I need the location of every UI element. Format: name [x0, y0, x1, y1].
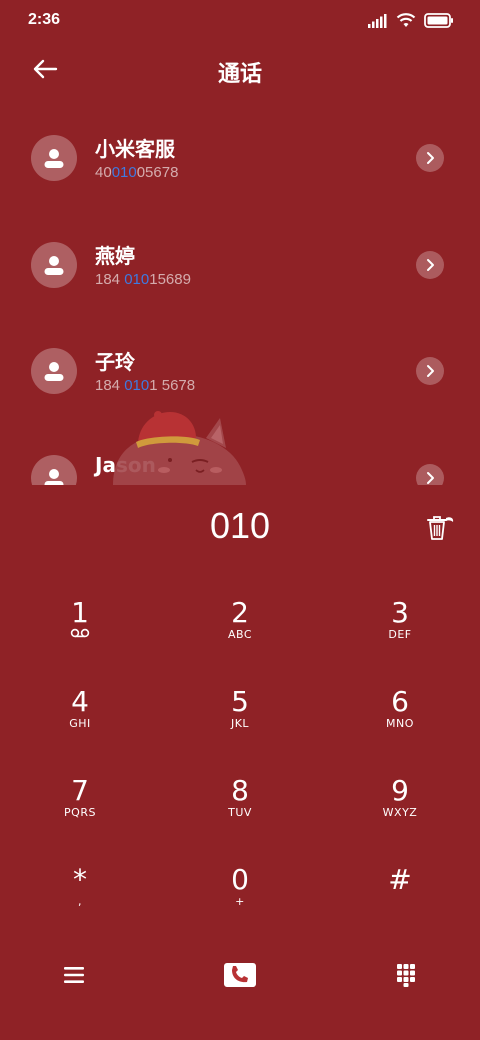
- avatar: [31, 242, 77, 288]
- call-button[interactable]: [210, 948, 270, 1002]
- key-digit: 2: [231, 596, 249, 629]
- person-icon: [44, 256, 64, 275]
- contact-name: 小米客服: [95, 137, 175, 161]
- key-letters: WXYZ: [382, 806, 418, 819]
- clear-button[interactable]: [422, 512, 456, 542]
- key-letters: GHI: [69, 717, 91, 730]
- phone-call-icon: [224, 963, 256, 987]
- mascot-illustration: [108, 408, 248, 485]
- trash-icon: [427, 516, 454, 540]
- dialpad-toggle-button[interactable]: [376, 948, 436, 1002]
- key-9[interactable]: 9 WXYZ: [320, 756, 480, 845]
- keypad: 1 2 ABC 3 DEF 4 GHI 5 JKL 6 MNO 7 PQRS 8…: [0, 578, 480, 934]
- key-digit: 3: [391, 596, 409, 629]
- person-icon: [44, 149, 64, 168]
- chevron-right-icon: [427, 472, 434, 484]
- menu-icon: [64, 967, 84, 983]
- status-icons: [368, 12, 454, 32]
- key-digit: 6: [391, 685, 409, 718]
- key-2[interactable]: 2 ABC: [160, 578, 320, 667]
- dialed-number: 010: [209, 505, 271, 546]
- contact-detail-button[interactable]: [416, 251, 444, 279]
- key-letters: PQRS: [64, 806, 96, 819]
- contact-row[interactable]: 小米客服 4001005678: [0, 105, 480, 211]
- person-icon: [44, 469, 64, 485]
- contact-detail-button[interactable]: [416, 144, 444, 172]
- person-icon: [44, 362, 64, 381]
- page-title: 通话: [217, 62, 262, 87]
- key-digit: 1: [71, 596, 89, 629]
- key-1[interactable]: 1: [0, 578, 160, 667]
- key-digit: 9: [391, 774, 409, 807]
- key-digit: *: [73, 863, 87, 896]
- contact-number: 4001005678: [95, 164, 179, 181]
- wifi-icon: [396, 12, 416, 32]
- battery-icon: [424, 12, 454, 32]
- dialpad-icon: [397, 964, 415, 987]
- key-7[interactable]: 7 PQRS: [0, 756, 160, 845]
- contact-number: 184 01015689: [95, 271, 191, 288]
- status-time: 2:36: [28, 11, 61, 28]
- status-bar: 2:36: [0, 0, 480, 40]
- key-8[interactable]: 8 TUV: [160, 756, 320, 845]
- voicemail-icon: [0, 628, 160, 642]
- key-digit: 5: [231, 685, 249, 718]
- avatar: [31, 135, 77, 181]
- avatar: [31, 348, 77, 394]
- key-hash[interactable]: #: [320, 845, 480, 934]
- key-star[interactable]: * ,: [0, 845, 160, 934]
- key-3[interactable]: 3 DEF: [320, 578, 480, 667]
- key-digit: 4: [71, 685, 89, 718]
- signal-icon: [368, 13, 388, 32]
- key-digit: 7: [71, 774, 89, 807]
- avatar: [31, 455, 77, 485]
- key-digit: #: [388, 863, 412, 896]
- key-0[interactable]: 0 +: [160, 845, 320, 934]
- chevron-right-icon: [427, 152, 434, 164]
- contact-name: 燕婷: [95, 244, 135, 268]
- key-digit: 8: [231, 774, 249, 807]
- key-letters: MNO: [386, 717, 414, 730]
- key-letters: +: [235, 895, 245, 908]
- header: 通话: [0, 48, 480, 92]
- key-4[interactable]: 4 GHI: [0, 667, 160, 756]
- contact-detail-button[interactable]: [416, 357, 444, 385]
- contact-name: 子玲: [95, 350, 135, 374]
- chevron-right-icon: [427, 365, 434, 377]
- key-6[interactable]: 6 MNO: [320, 667, 480, 756]
- key-letters: ABC: [227, 628, 253, 641]
- key-letters: ,: [78, 895, 82, 908]
- key-5[interactable]: 5 JKL: [160, 667, 320, 756]
- contact-number: 184 0101 5678: [95, 377, 196, 394]
- bottom-bar: [0, 948, 480, 1002]
- key-letters: DEF: [388, 628, 412, 641]
- contact-detail-button[interactable]: [416, 464, 444, 485]
- key-letters: TUV: [228, 806, 252, 819]
- key-letters: JKL: [230, 717, 250, 730]
- key-digit: 0: [231, 863, 249, 896]
- chevron-right-icon: [427, 259, 434, 271]
- menu-button[interactable]: [44, 948, 104, 1002]
- contact-row[interactable]: 燕婷 184 01015689: [0, 212, 480, 318]
